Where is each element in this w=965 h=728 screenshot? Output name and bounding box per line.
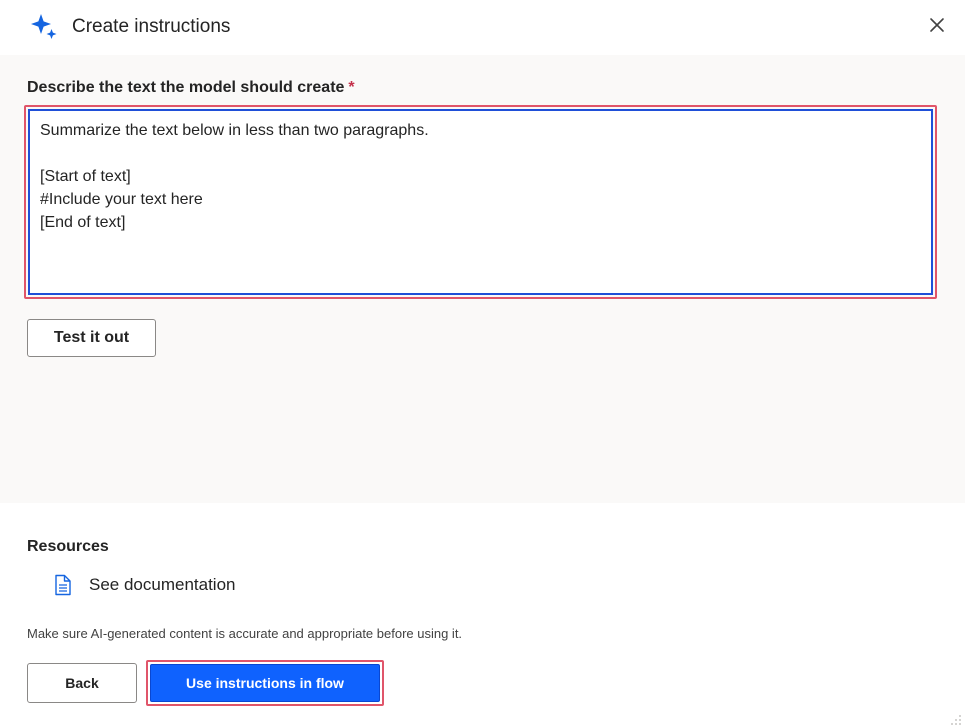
see-documentation-label: See documentation bbox=[89, 575, 236, 594]
sparkle-icon bbox=[31, 14, 57, 39]
document-icon bbox=[55, 574, 71, 596]
resources-heading: Resources bbox=[27, 538, 109, 555]
resize-grip-icon[interactable] bbox=[950, 714, 962, 726]
prompt-label: Describe the text the model should creat… bbox=[27, 78, 355, 98]
back-button[interactable]: Back bbox=[27, 663, 137, 703]
primary-highlight: Use instructions in flow bbox=[146, 660, 384, 706]
prompt-highlight: Summarize the text below in less than tw… bbox=[24, 105, 937, 299]
panel-title: Create instructions bbox=[72, 16, 231, 37]
required-marker: * bbox=[348, 79, 355, 96]
test-it-out-button[interactable]: Test it out bbox=[27, 319, 156, 357]
ai-disclaimer: Make sure AI-generated content is accura… bbox=[27, 626, 463, 641]
prompt-textarea[interactable]: Summarize the text below in less than tw… bbox=[28, 109, 933, 295]
use-instructions-in-flow-button[interactable]: Use instructions in flow bbox=[150, 664, 380, 702]
instructions-panel: Describe the text the model should creat… bbox=[0, 55, 965, 503]
see-documentation-link[interactable]: See documentation bbox=[53, 573, 236, 597]
panel-header: Create instructions bbox=[0, 0, 965, 55]
close-icon[interactable] bbox=[926, 14, 948, 36]
prompt-label-text: Describe the text the model should creat… bbox=[27, 79, 345, 96]
